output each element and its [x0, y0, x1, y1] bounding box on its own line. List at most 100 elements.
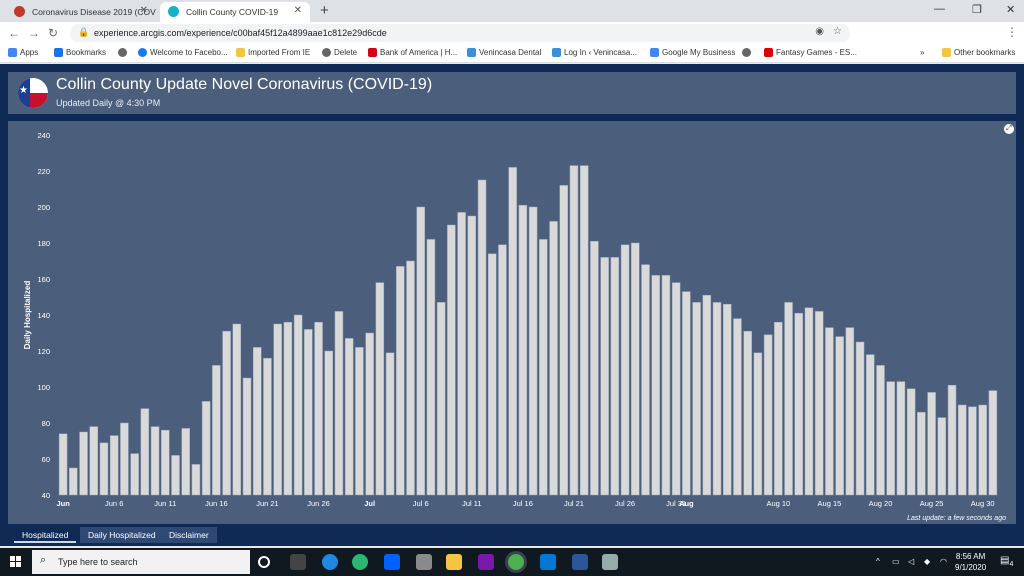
chart-bar[interactable]	[304, 329, 313, 496]
system-clock[interactable]: 8:56 AM 9/1/2020	[955, 551, 986, 573]
chart-bar[interactable]	[89, 426, 98, 496]
forward-icon[interactable]: →	[28, 26, 40, 40]
close-tab-icon[interactable]: ✕	[294, 5, 302, 16]
chart-bar[interactable]	[58, 433, 68, 496]
chart-bar[interactable]	[763, 334, 773, 496]
bookmark-google[interactable]: Google My Business	[650, 48, 735, 57]
chart-bar[interactable]	[620, 244, 630, 496]
chart-bar[interactable]	[845, 327, 855, 496]
chart-bar[interactable]	[426, 239, 436, 496]
app-icon[interactable]	[602, 554, 618, 570]
notifications-icon[interactable]: ▤4	[1000, 555, 1013, 568]
chart-bar[interactable]	[508, 167, 517, 496]
close-tab-icon[interactable]: ✕	[140, 5, 148, 16]
chart-bar[interactable]	[314, 321, 323, 496]
chart-bar[interactable]	[794, 312, 804, 496]
chart-bar[interactable]	[406, 260, 415, 496]
chart-bar[interactable]	[610, 257, 620, 496]
chart-bar[interactable]	[457, 212, 466, 496]
chart-bar[interactable]	[855, 341, 865, 496]
chart-bar[interactable]	[917, 411, 926, 496]
chart-bar[interactable]	[753, 352, 763, 496]
chart-bar[interactable]	[396, 266, 405, 496]
chart-bar[interactable]	[293, 314, 303, 496]
chart-bar[interactable]	[958, 404, 967, 496]
chart-bar[interactable]	[375, 282, 385, 496]
back-icon[interactable]: ←	[8, 26, 20, 40]
chart-bar[interactable]	[579, 165, 589, 496]
bookmark-login[interactable]: Log In ‹ Venincasa...	[552, 48, 637, 57]
expand-icon[interactable]: ⤢	[1004, 124, 1014, 134]
outlook-icon[interactable]	[540, 554, 556, 570]
chart-bar[interactable]	[324, 350, 333, 496]
chart-bar[interactable]	[498, 244, 507, 496]
chart-bar[interactable]	[549, 221, 558, 496]
chart-bar[interactable]	[661, 275, 671, 496]
chart-bar[interactable]	[631, 242, 640, 496]
tab-hospitalized[interactable]: Hospitalized	[14, 527, 77, 543]
chart-bar[interactable]	[150, 426, 160, 496]
bookmark-ie[interactable]: Imported From IE	[236, 48, 310, 57]
reload-icon[interactable]: ↻	[48, 26, 58, 40]
bookmark-other[interactable]: Other bookmarks	[942, 48, 1015, 57]
chart-bar[interactable]	[344, 338, 354, 496]
chart-bar[interactable]	[886, 381, 895, 496]
chart-bar[interactable]	[733, 318, 742, 496]
chart-bar[interactable]	[69, 467, 78, 496]
chart-bar[interactable]	[569, 165, 579, 496]
chart-bar[interactable]	[825, 327, 834, 496]
chart-bar[interactable]	[191, 464, 201, 496]
chart-bar[interactable]	[876, 365, 885, 496]
chart-bar[interactable]	[906, 388, 916, 496]
chart-bar[interactable]	[120, 422, 129, 496]
task-view-icon[interactable]	[290, 554, 306, 570]
dropbox-tray-icon[interactable]: ◆	[924, 557, 930, 566]
chart-bar[interactable]	[651, 275, 660, 496]
wifi-icon[interactable]: ◠	[940, 557, 947, 566]
chart-bar[interactable]	[171, 455, 180, 496]
close-window-icon[interactable]: ✕	[1006, 3, 1015, 16]
app-icon[interactable]	[352, 554, 368, 570]
chart-bar[interactable]	[743, 330, 752, 496]
chart-bar[interactable]	[804, 307, 814, 496]
chart-bar[interactable]	[937, 417, 947, 496]
chart-bar[interactable]	[232, 323, 242, 496]
volume-icon[interactable]: ◁	[908, 557, 914, 566]
chart-bar[interactable]	[140, 408, 150, 496]
chart-bar[interactable]	[528, 206, 538, 496]
browser-tab-cdc[interactable]: Coronavirus Disease 2019 (COVID ✕	[6, 2, 156, 22]
tracking-icon[interactable]: ◉	[815, 26, 824, 37]
browser-tab-collin[interactable]: Collin County COVID-19 ✕	[160, 2, 310, 22]
chart-bar[interactable]	[692, 302, 701, 496]
chart-bar[interactable]	[814, 311, 824, 496]
chart-bar[interactable]	[988, 390, 998, 496]
menu-icon[interactable]: ⋮	[1006, 25, 1018, 39]
bookmark-facebook[interactable]: Welcome to Facebo...	[138, 48, 228, 57]
chart-bar[interactable]	[181, 428, 190, 496]
bookmark-apps[interactable]: Apps	[8, 48, 38, 57]
chart-bar[interactable]	[263, 357, 272, 496]
chart-bar[interactable]	[488, 253, 497, 496]
bookmark-dental[interactable]: Venincasa Dental	[467, 48, 541, 57]
chart-bar[interactable]	[968, 406, 977, 496]
chart-bar[interactable]	[723, 303, 732, 496]
chart-bar[interactable]	[590, 240, 599, 496]
chart-bar[interactable]	[702, 294, 712, 496]
more-bookmarks-icon[interactable]: »	[920, 48, 924, 57]
chart-bar[interactable]	[109, 435, 119, 496]
chart-bar[interactable]	[518, 204, 528, 496]
bookmark-fantasy[interactable]: Fantasy Games - ES...	[764, 48, 857, 57]
tab-disclaimer[interactable]: Disclaimer	[161, 527, 217, 543]
chart-bar[interactable]	[416, 206, 425, 496]
chart-bar[interactable]	[947, 384, 957, 496]
chart-bar[interactable]	[385, 352, 395, 496]
chart-bar[interactable]	[273, 323, 282, 496]
dropbox-icon[interactable]	[384, 554, 400, 570]
show-hidden-icons[interactable]: ^	[876, 557, 880, 566]
chart-bar[interactable]	[784, 302, 793, 496]
new-tab-icon[interactable]: +	[320, 2, 329, 19]
chart-bar[interactable]	[774, 321, 783, 496]
tab-daily-hospitalized[interactable]: Daily Hospitalized	[80, 527, 164, 543]
chart-bar[interactable]	[212, 365, 221, 496]
chart-bar[interactable]	[355, 347, 364, 496]
